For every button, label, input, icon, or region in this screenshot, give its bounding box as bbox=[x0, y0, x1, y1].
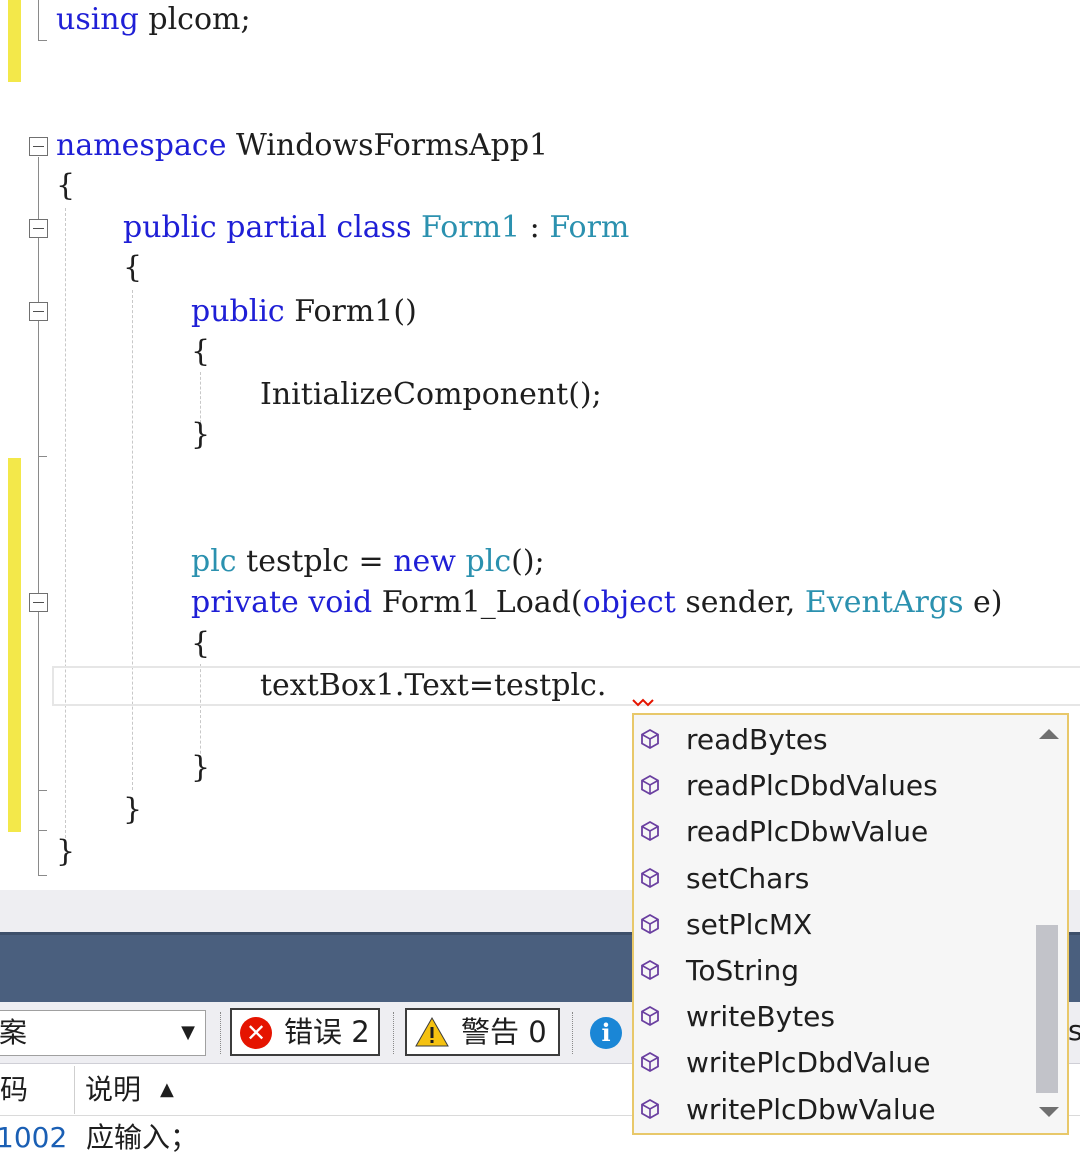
toolbar-separator bbox=[572, 1012, 573, 1054]
code-line-brace: { bbox=[191, 626, 211, 661]
completion-list[interactable]: readBytes readPlcDbdValues readPlcDbwValue… bbox=[632, 713, 1069, 1135]
method-cube-icon bbox=[641, 959, 659, 981]
completion-item[interactable]: writePlcDbdValue bbox=[634, 1040, 1029, 1086]
code-line-namespace: namespace WindowsFormsApp1 bbox=[56, 128, 549, 163]
scroll-down-icon[interactable] bbox=[1039, 1107, 1059, 1117]
outline-line bbox=[38, 830, 47, 831]
code-line-brace: } bbox=[56, 834, 76, 869]
code-line-class: public partial class Form1 : Form bbox=[123, 210, 630, 245]
method-cube-icon bbox=[641, 1098, 659, 1119]
indent-guide bbox=[65, 208, 66, 838]
scroll-thumb[interactable] bbox=[1036, 925, 1058, 1093]
collapse-method-icon[interactable] bbox=[29, 593, 48, 612]
scope-combo[interactable]: 案 ▼ bbox=[0, 1010, 206, 1056]
code-line-brace: { bbox=[56, 168, 76, 203]
code-line-initialize: InitializeComponent(); bbox=[260, 377, 602, 412]
chevron-down-icon[interactable]: ▼ bbox=[181, 1011, 195, 1055]
code-line-brace: { bbox=[123, 250, 143, 285]
info-icon[interactable]: i bbox=[590, 1017, 622, 1049]
toolbar-separator bbox=[393, 1012, 394, 1054]
toolbar-separator bbox=[220, 1012, 221, 1054]
outline-line bbox=[38, 875, 47, 876]
collapse-constructor-icon[interactable] bbox=[29, 302, 48, 321]
change-marker bbox=[8, 458, 21, 832]
error-icon: ✕ bbox=[240, 1017, 272, 1049]
completion-item-label: setChars bbox=[686, 861, 810, 895]
outline-line bbox=[38, 790, 47, 791]
sort-ascending-icon: ▲ bbox=[160, 1079, 174, 1100]
method-cube-icon bbox=[641, 775, 659, 796]
outline-line bbox=[38, 456, 47, 457]
column-header-code[interactable]: 码 bbox=[0, 1064, 28, 1116]
code-line-using: using plcom; bbox=[56, 2, 251, 37]
warnings-filter-button[interactable]: 警告 0 bbox=[405, 1008, 560, 1056]
completion-item[interactable]: setPlcMX bbox=[634, 902, 1029, 948]
code-line-field: plc testplc = new plc(); bbox=[191, 544, 545, 579]
warning-icon bbox=[415, 1016, 449, 1047]
completion-item-label: readBytes bbox=[686, 723, 828, 756]
code-line-brace: } bbox=[191, 750, 211, 785]
change-marker bbox=[8, 0, 21, 82]
method-cube-icon bbox=[641, 867, 659, 888]
method-cube-icon bbox=[641, 913, 659, 934]
completion-item[interactable]: writeBytes bbox=[634, 994, 1029, 1040]
completion-item-label: setPlcMX bbox=[686, 907, 813, 941]
outline-line bbox=[38, 40, 47, 41]
code-line-brace: { bbox=[191, 334, 211, 369]
method-cube-icon bbox=[641, 821, 659, 842]
completion-item-label: ToString bbox=[686, 954, 800, 987]
completion-item[interactable]: readBytes bbox=[634, 717, 1029, 763]
outline-line bbox=[38, 157, 39, 875]
column-header-description[interactable]: 说明 bbox=[85, 1064, 141, 1116]
completion-scrollbar[interactable] bbox=[1028, 715, 1067, 1133]
completion-item[interactable]: setChars bbox=[634, 856, 1029, 902]
toolbar-trailing-text: s bbox=[1068, 1014, 1080, 1047]
completion-item-label: writePlcDbdValue bbox=[686, 1046, 931, 1080]
indent-guide bbox=[132, 290, 133, 790]
method-cube-icon bbox=[641, 1052, 659, 1073]
completion-item-label: writePlcDbwValue bbox=[686, 1092, 936, 1126]
completion-item-label: writeBytes bbox=[686, 1000, 835, 1034]
method-cube-icon bbox=[641, 728, 659, 750]
completion-item[interactable]: readPlcDbdValues bbox=[634, 763, 1029, 809]
warnings-filter-label: 警告 0 bbox=[461, 1015, 547, 1049]
completion-item-label: readPlcDbdValues bbox=[686, 769, 938, 803]
error-description: 应输入； bbox=[86, 1121, 199, 1154]
completion-item[interactable]: ToString bbox=[634, 948, 1029, 994]
outline-line bbox=[38, 0, 39, 40]
errors-filter-label: 错误 2 bbox=[284, 1015, 370, 1049]
collapse-namespace-icon[interactable] bbox=[29, 137, 48, 156]
column-divider[interactable] bbox=[74, 1066, 75, 1114]
error-code[interactable]: 1002 bbox=[0, 1118, 67, 1158]
error-squiggle-icon bbox=[632, 698, 654, 707]
errors-filter-button[interactable]: ✕ 错误 2 bbox=[230, 1008, 380, 1056]
completion-item[interactable]: writePlcDbwValue bbox=[634, 1087, 1029, 1133]
code-line-brace: } bbox=[191, 417, 211, 452]
code-line-form-load: private void Form1_Load(object sender, E… bbox=[191, 585, 1003, 620]
completion-item-label: readPlcDbwValue bbox=[686, 815, 929, 849]
collapse-class-icon[interactable] bbox=[29, 219, 48, 238]
completion-item[interactable]: readPlcDbwValue bbox=[634, 809, 1029, 855]
code-line-brace: } bbox=[123, 792, 143, 827]
code-line-current[interactable]: textBox1.Text=testplc. bbox=[260, 666, 606, 706]
scope-combo-value: 案 bbox=[0, 1016, 28, 1049]
code-line-constructor: public Form1() bbox=[191, 294, 417, 329]
method-cube-icon bbox=[641, 1006, 659, 1027]
scroll-up-icon[interactable] bbox=[1039, 729, 1059, 739]
